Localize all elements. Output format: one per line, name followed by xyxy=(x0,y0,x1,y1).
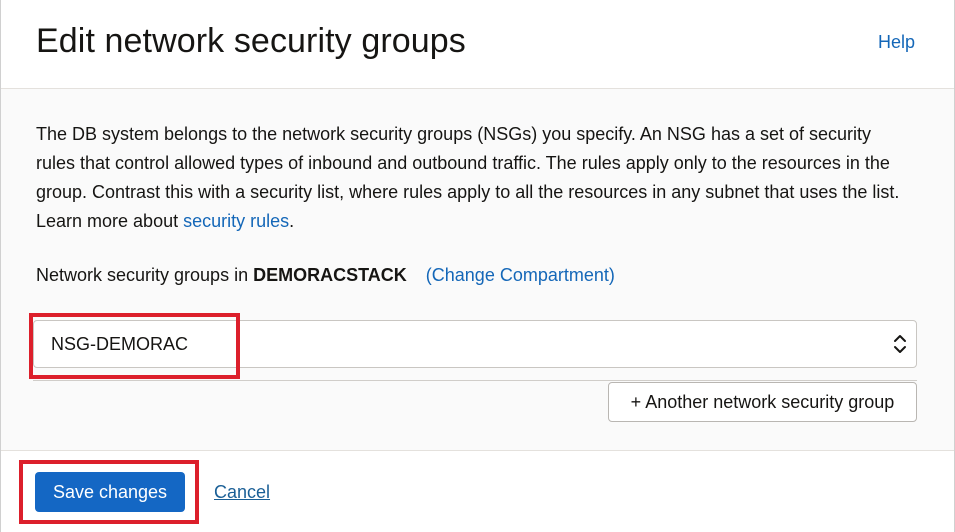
dialog-header: Edit network security groups Help xyxy=(1,0,954,89)
compartment-prefix: Network security groups in xyxy=(36,265,254,285)
description-text: The DB system belongs to the network sec… xyxy=(36,124,900,231)
dialog-title: Edit network security groups xyxy=(36,22,466,60)
dialog-footer: Save changes Cancel xyxy=(1,450,954,532)
change-compartment-link[interactable]: (Change Compartment) xyxy=(426,265,615,285)
help-link[interactable]: Help xyxy=(878,32,915,53)
save-changes-button[interactable]: Save changes xyxy=(35,472,185,512)
dialog-body: The DB system belongs to the network sec… xyxy=(1,90,954,450)
nsg-select[interactable]: NSG-DEMORAC xyxy=(33,320,917,368)
edit-nsg-dialog: Edit network security groups Help The DB… xyxy=(0,0,955,532)
divider xyxy=(33,380,917,381)
compartment-name: DEMORACSTACK xyxy=(253,265,407,285)
chevron-up-down-icon xyxy=(894,335,906,353)
compartment-line: Network security groups in DEMORACSTACK … xyxy=(36,265,615,286)
add-another-nsg-button[interactable]: + Another network security group xyxy=(608,382,917,422)
security-rules-link[interactable]: security rules xyxy=(183,211,289,231)
cancel-link[interactable]: Cancel xyxy=(214,482,270,503)
nsg-select-value: NSG-DEMORAC xyxy=(51,334,189,354)
